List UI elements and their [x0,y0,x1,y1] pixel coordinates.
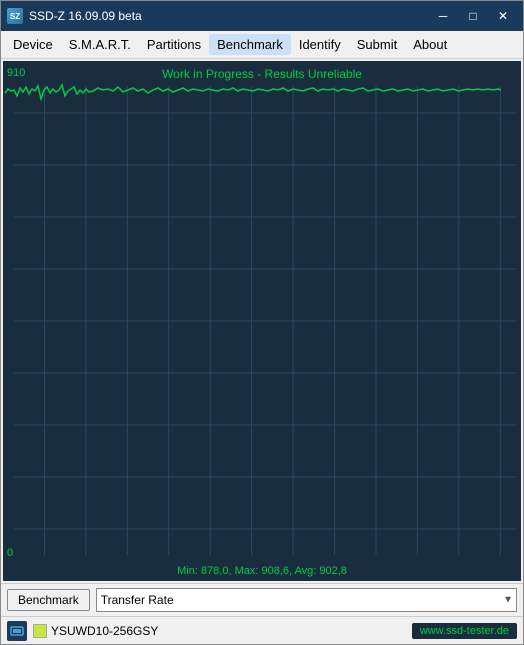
bottom-controls: Benchmark Transfer Rate Access Time IOPS… [1,583,523,616]
benchmark-button[interactable]: Benchmark [7,589,90,611]
status-bar: YSUWD10-256GSY www.ssd-tester.de [1,616,523,644]
main-window: SZ SSD-Z 16.09.09 beta ─ □ ✕ Device S.M.… [0,0,524,645]
window-controls: ─ □ ✕ [429,6,517,26]
maximize-button[interactable]: □ [459,6,487,26]
window-title: SSD-Z 16.09.09 beta [29,9,429,23]
menu-item-submit[interactable]: Submit [349,34,405,55]
menu-item-benchmark[interactable]: Benchmark [209,34,291,55]
app-icon: SZ [7,8,23,24]
website-badge: www.ssd-tester.de [412,623,517,639]
chart-area: 910 Work in Progress - Results Unreliabl… [3,61,521,581]
status-icon [7,621,27,641]
menu-item-device[interactable]: Device [5,34,61,55]
menu-item-identify[interactable]: Identify [291,34,349,55]
chart-svg [3,61,521,581]
chart-title: Work in Progress - Results Unreliable [162,67,362,81]
menu-item-about[interactable]: About [405,34,455,55]
chart-y-min-label: 0 [7,547,13,559]
device-label: YSUWD10-256GSY [33,624,412,638]
menu-bar: Device S.M.A.R.T. Partitions Benchmark I… [1,31,523,59]
chart-stats: Min: 878,0, Max: 908,6, Avg: 902,8 [177,565,347,577]
menu-item-partitions[interactable]: Partitions [139,34,209,55]
dropdown-wrapper: Transfer Rate Access Time IOPS ▼ [96,588,517,612]
transfer-rate-dropdown[interactable]: Transfer Rate Access Time IOPS [96,588,517,612]
device-indicator [33,624,47,638]
close-button[interactable]: ✕ [489,6,517,26]
minimize-button[interactable]: ─ [429,6,457,26]
menu-item-smart[interactable]: S.M.A.R.T. [61,34,139,55]
device-name: YSUWD10-256GSY [51,624,158,638]
title-bar: SZ SSD-Z 16.09.09 beta ─ □ ✕ [1,1,523,31]
chart-y-max-label: 910 [7,67,25,79]
